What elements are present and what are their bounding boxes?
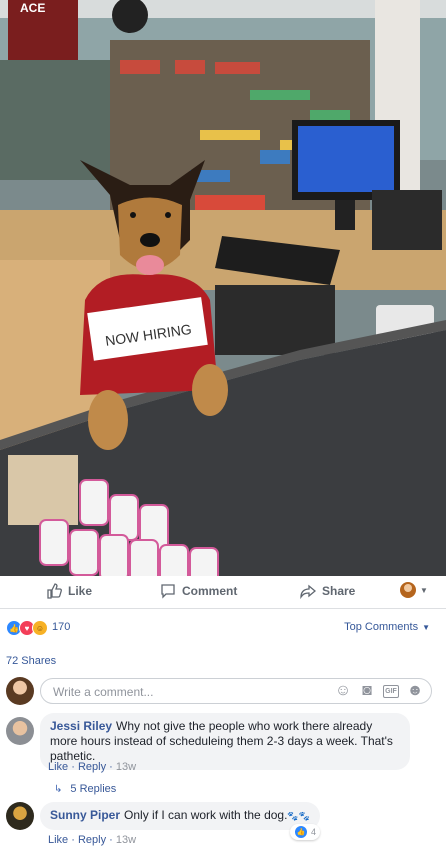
gif-icon[interactable]: GIF [383,684,399,698]
reaction-count[interactable]: 170 [52,621,70,633]
like-reaction-icon: 👍 [294,825,308,839]
reactions-summary: 👍 ♥ ☺ 170 Top Comments ▼ [0,612,446,642]
comment-like-count: 4 [311,827,317,837]
share-arrow-icon [300,584,316,599]
paw-prints-icon: 🐾🐾 [287,811,310,821]
avatar [400,582,416,598]
avatar [6,677,34,705]
comment-like-link[interactable]: Like [48,834,68,846]
comment-author[interactable]: Jessi Riley [50,719,112,733]
comment-meta: Like · Reply · 13w [48,761,137,773]
post-actions-bar: Like Comment Share ▼ [0,576,446,609]
comment-text: Only if I can work with the dog. [124,808,288,822]
emoji-icon[interactable]: ☺ [335,682,351,699]
comment-like-link[interactable]: Like [48,761,68,773]
post-as-selector[interactable]: ▼ [400,582,428,598]
comment-timestamp[interactable]: 13w [116,761,136,773]
chevron-down-icon: ▼ [420,585,428,595]
comment-sort-label: Top Comments [344,621,419,633]
comment-reply-link[interactable]: Reply [78,761,106,773]
comment-author[interactable]: Sunny Piper [50,808,120,822]
comment-bubble: Sunny Piper Only if I can work with the d… [40,802,320,830]
store-sign-text: ACE [20,1,45,15]
comment-like-badge[interactable]: 👍 4 [290,824,321,840]
comment-input-box[interactable]: ☺ ◙ GIF ☻ [40,678,432,704]
view-replies-link[interactable]: ↳ 5 Replies [54,783,116,795]
reaction-icons[interactable]: 👍 ♥ ☺ [6,620,48,636]
like-button[interactable]: Like [46,583,92,599]
write-comment-row: ☺ ◙ GIF ☻ [0,676,446,708]
shares-count-link[interactable]: 72 Shares [6,655,56,667]
haha-reaction-icon: ☺ [32,620,48,636]
replies-count: 5 Replies [70,783,117,795]
comment-button-label: Comment [182,584,238,598]
post-photo[interactable]: ACE NOW HIRING [0,0,446,576]
share-button-label: Share [322,584,356,598]
comment-input[interactable] [51,684,315,700]
camera-icon[interactable]: ◙ [359,682,375,699]
thumbs-up-icon [47,583,62,599]
comment-reply-link[interactable]: Reply [78,834,106,846]
avatar[interactable] [6,802,34,830]
avatar[interactable] [6,717,34,745]
comment-timestamp[interactable]: 13w [116,834,136,846]
comment-sort-dropdown[interactable]: Top Comments ▼ [344,621,430,633]
comment-button[interactable]: Comment [160,583,237,599]
chevron-down-icon: ▼ [422,622,430,632]
comment-meta: Like · Reply · 13w [48,834,137,846]
dog-at-register-image: ACE NOW HIRING [0,0,446,576]
share-button[interactable]: Share [300,583,355,599]
speech-bubble-icon [161,584,175,599]
sticker-icon[interactable]: ☻ [407,682,424,699]
like-button-label: Like [68,584,93,598]
reply-arrow-icon: ↳ [54,783,63,795]
